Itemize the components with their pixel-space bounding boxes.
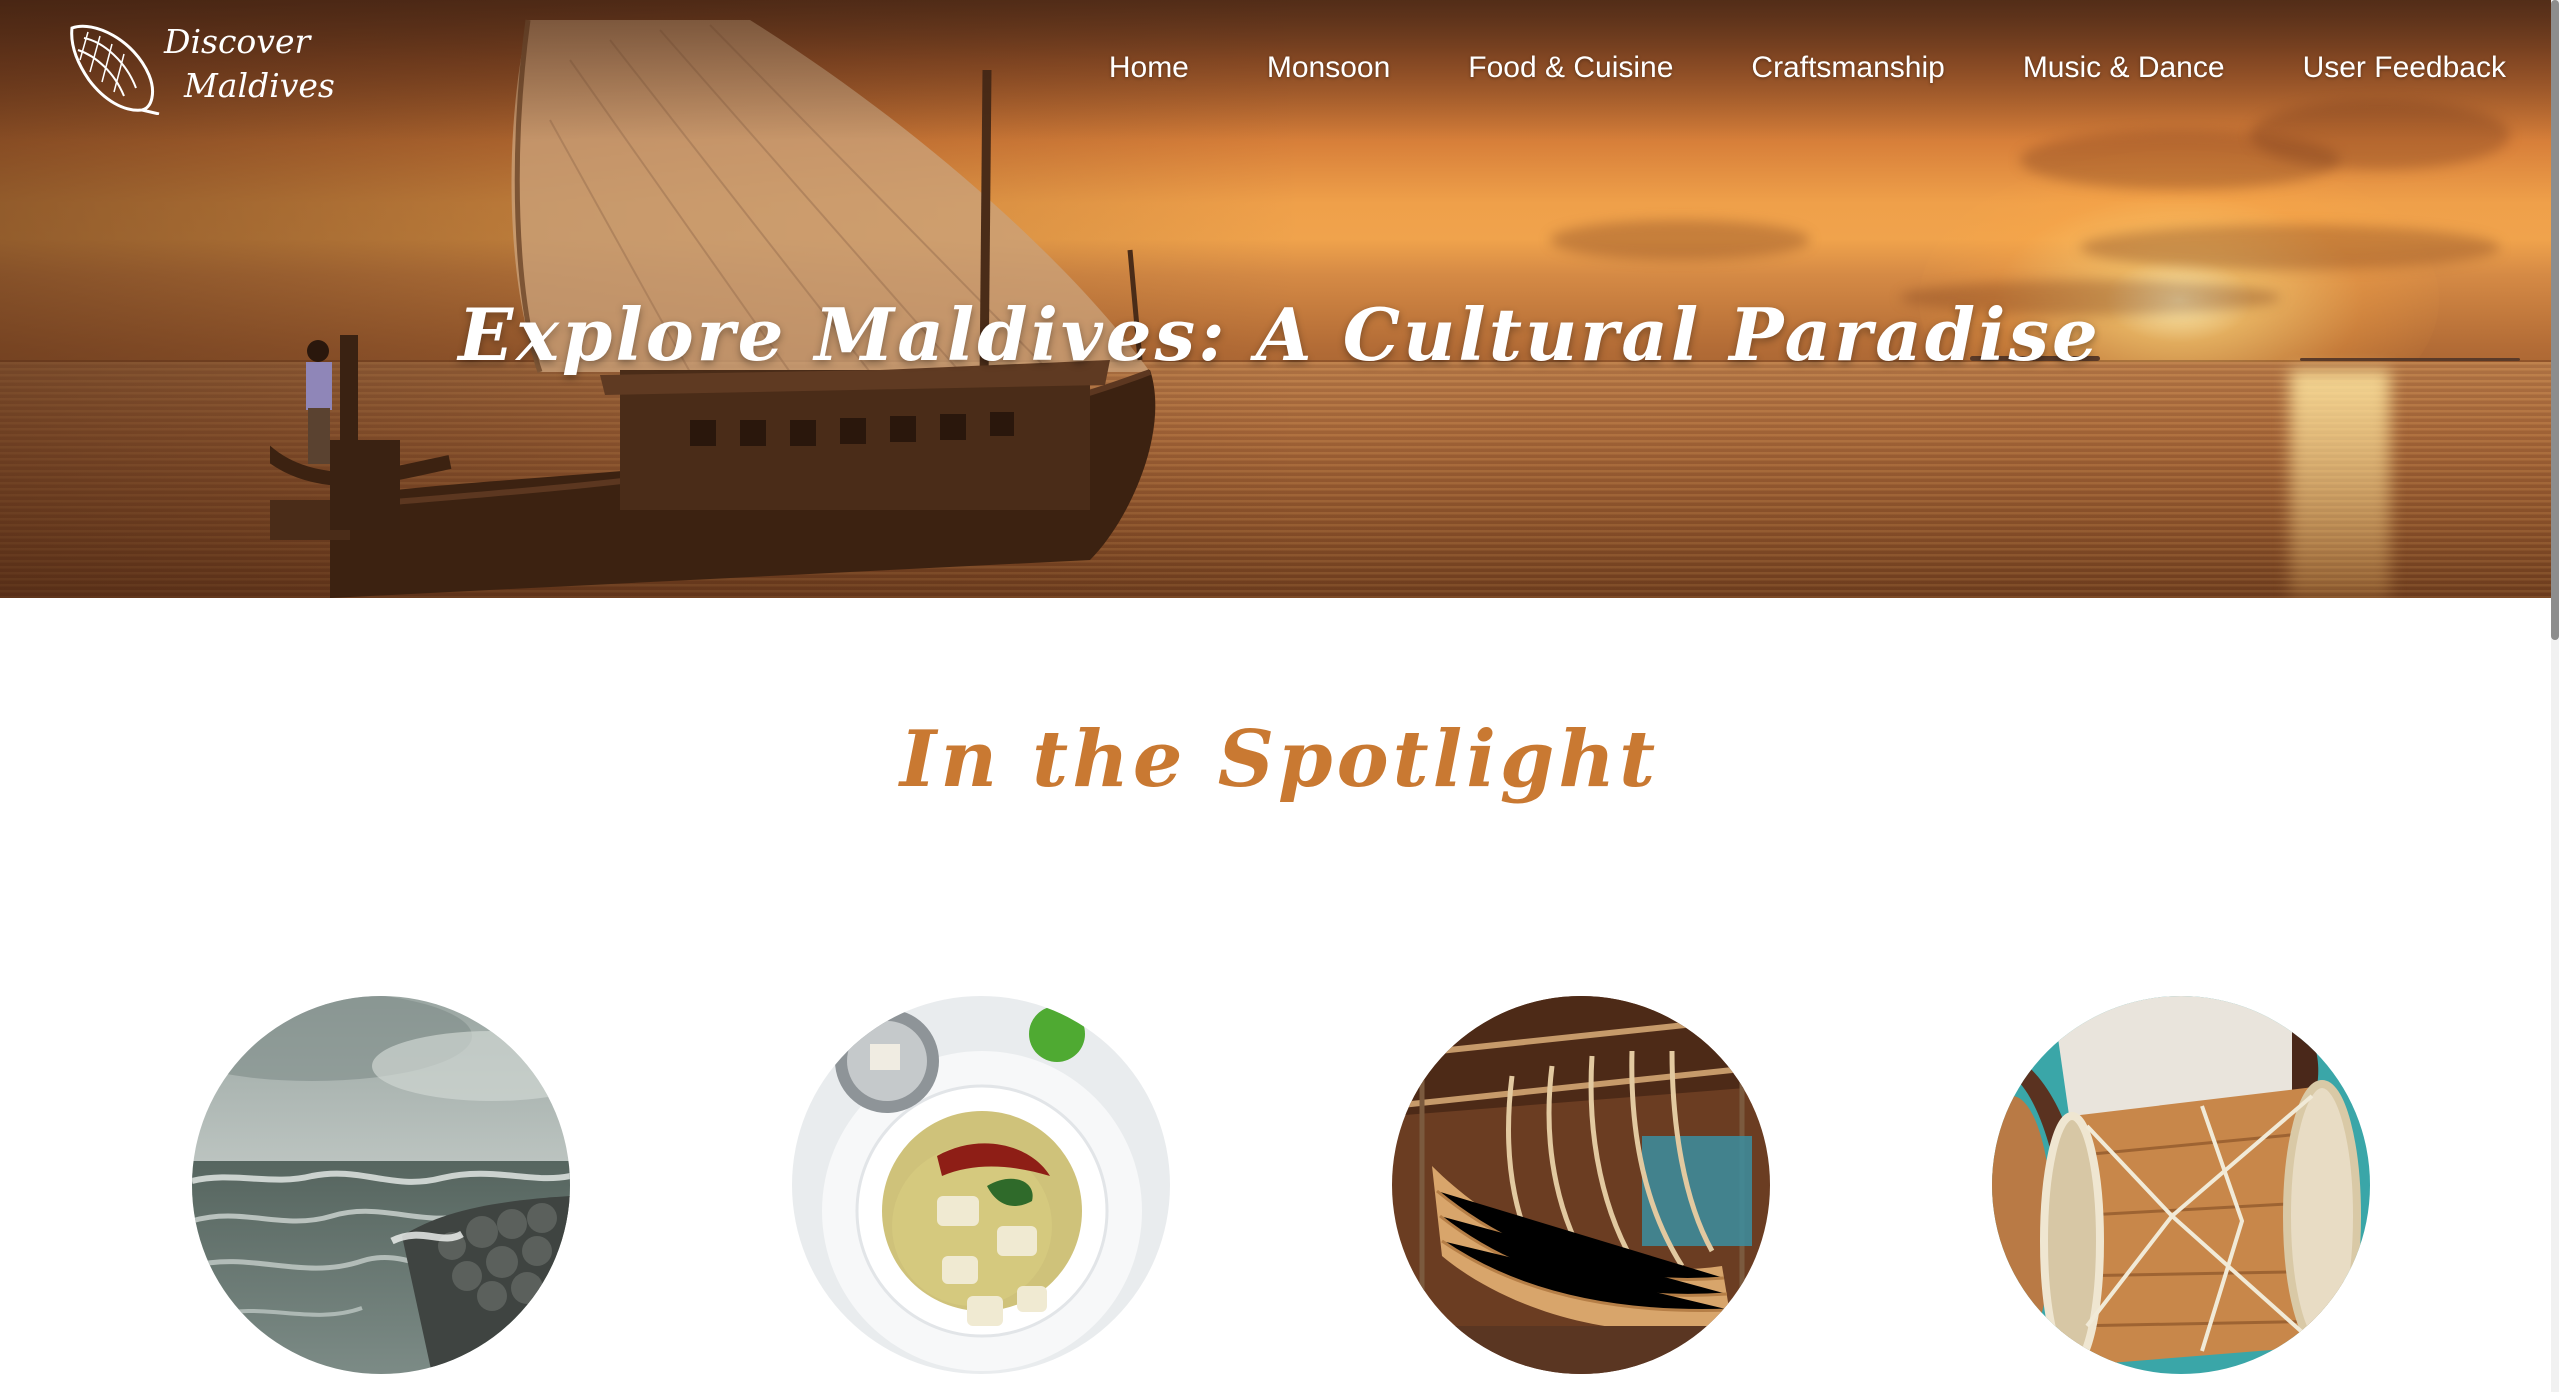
main-nav: Home Monsoon Food & Cuisine Craftsmanshi… xyxy=(1109,48,2506,88)
logo-line-2: Maldives xyxy=(184,66,335,105)
spotlight-card-food[interactable] xyxy=(792,996,1170,1374)
spotlight-card-music[interactable] xyxy=(1992,996,2370,1374)
boat-building-image xyxy=(1392,996,1770,1374)
fish-soup-image xyxy=(792,996,1170,1374)
nav-music-dance[interactable]: Music & Dance xyxy=(2023,48,2225,88)
spotlight-card-craftsmanship[interactable] xyxy=(1392,996,1770,1374)
hero-title: Explore Maldives: A Cultural Paradise xyxy=(458,292,2101,377)
spotlight-title: In the Spotlight xyxy=(899,714,1660,805)
logo-line-1: Discover xyxy=(164,22,311,61)
hero-banner: Discover Maldives Home Monsoon Food & Cu… xyxy=(0,0,2559,598)
nav-monsoon[interactable]: Monsoon xyxy=(1267,48,1390,88)
nav-user-feedback[interactable]: User Feedback xyxy=(2303,48,2506,88)
sun-reflection xyxy=(2290,370,2390,598)
site-logo[interactable]: Discover Maldives xyxy=(64,20,344,115)
scrollbar-thumb[interactable] xyxy=(2551,0,2559,640)
nav-craftsmanship[interactable]: Craftsmanship xyxy=(1751,48,1944,88)
conch-shell-icon xyxy=(70,24,160,115)
logo-wordmark: Discover Maldives xyxy=(164,20,335,108)
spotlight-card-monsoon[interactable] xyxy=(192,996,570,1374)
cloud xyxy=(2080,225,2500,270)
stormy-sea-image xyxy=(192,996,570,1374)
bodu-beru-drum-image xyxy=(1992,996,2370,1374)
page-scrollbar[interactable] xyxy=(2551,0,2559,1392)
nav-food-cuisine[interactable]: Food & Cuisine xyxy=(1468,48,1673,88)
nav-home[interactable]: Home xyxy=(1109,48,1189,88)
cloud xyxy=(1550,220,1810,260)
